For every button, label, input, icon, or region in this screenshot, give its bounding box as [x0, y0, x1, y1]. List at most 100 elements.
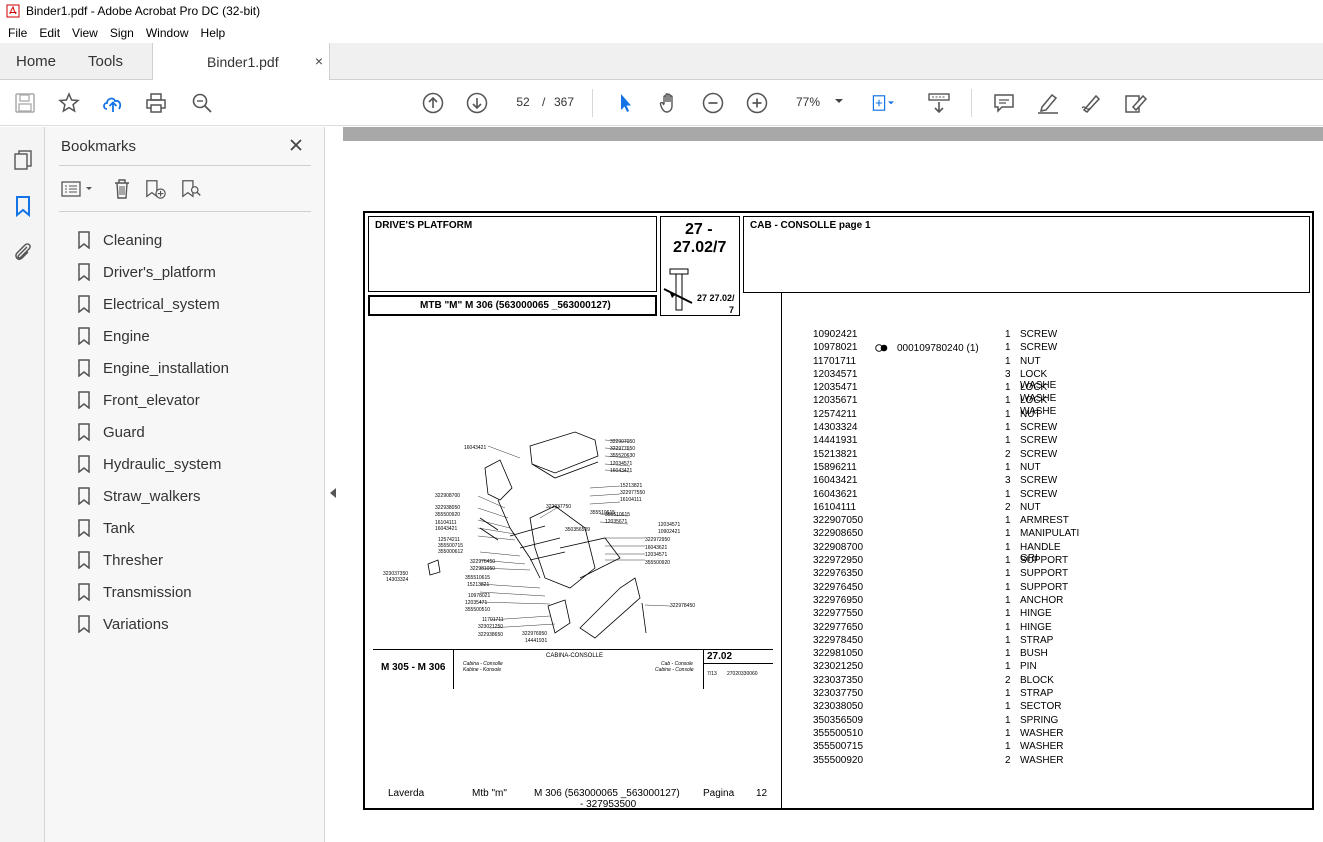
- pages-icon[interactable]: [11, 148, 35, 172]
- close-icon[interactable]: [288, 137, 304, 153]
- bookmark-label: Transmission: [103, 583, 192, 601]
- part-code: 14303324: [813, 422, 858, 434]
- tab-close-icon[interactable]: ×: [315, 53, 323, 69]
- delete-icon[interactable]: [111, 178, 133, 200]
- fit-page-icon[interactable]: [871, 91, 895, 115]
- footer-page: 7/13: [707, 671, 717, 677]
- part-code: 15896211: [813, 461, 857, 473]
- find-bookmark-icon[interactable]: [181, 178, 203, 200]
- part-desc: HINGE: [1020, 608, 1052, 620]
- menu-edit[interactable]: Edit: [33, 26, 66, 40]
- print-icon[interactable]: [144, 91, 168, 115]
- diagram-callout: 12034571: [610, 461, 633, 467]
- menu-file[interactable]: File: [2, 26, 33, 40]
- part-desc: ANCHOR: [1020, 594, 1064, 606]
- bookmark-label: Variations: [103, 615, 169, 633]
- bookmark-item[interactable]: Electrical_system: [77, 288, 229, 320]
- part-code: 14441931: [813, 435, 858, 447]
- collapse-panel-icon[interactable]: [326, 486, 340, 500]
- menu-window[interactable]: Window: [140, 26, 195, 40]
- footer-caption-fr: Cabine - Console: [655, 667, 694, 673]
- star-icon[interactable]: [57, 91, 81, 115]
- bookmark-item[interactable]: Hydraulic_system: [77, 448, 229, 480]
- tab-tools[interactable]: Tools: [88, 43, 123, 80]
- ref-small: 27 27.02/: [697, 293, 735, 303]
- part-qty: 1: [1005, 621, 1011, 633]
- bookmark-item[interactable]: Cleaning: [77, 224, 229, 256]
- bookmark-icon: [78, 231, 90, 249]
- bookmark-item[interactable]: Variations: [77, 608, 229, 640]
- divider: [59, 211, 311, 212]
- zoom-level[interactable]: 77%: [796, 95, 820, 109]
- page-up-icon[interactable]: [421, 91, 445, 115]
- part-desc: BUSH: [1020, 648, 1048, 660]
- fill-sign-icon[interactable]: [1124, 91, 1148, 115]
- bookmark-item[interactable]: Straw_walkers: [77, 480, 229, 512]
- sign-icon[interactable]: [1080, 91, 1104, 115]
- bookmark-icon: [78, 263, 90, 281]
- bookmark-options-icon[interactable]: [61, 178, 95, 200]
- part-qty: 1: [1005, 488, 1011, 500]
- part-qty: 1: [1005, 541, 1011, 553]
- diagram-callout: 322978450: [670, 603, 696, 609]
- zoom-out-icon[interactable]: [701, 91, 725, 115]
- new-bookmark-icon[interactable]: [145, 178, 167, 200]
- part-desc: HINGE: [1020, 621, 1052, 633]
- scroll-mode-icon[interactable]: [927, 91, 951, 115]
- part-qty: 1: [1005, 355, 1011, 367]
- acrobat-icon: [6, 4, 20, 18]
- menu-help[interactable]: Help: [195, 26, 232, 40]
- diagram-callout: 322907050: [610, 439, 636, 445]
- upload-cloud-icon[interactable]: [101, 91, 125, 115]
- menu-sign[interactable]: Sign: [104, 26, 140, 40]
- bookmark-item[interactable]: Tank: [77, 512, 229, 544]
- part-code: 322981050: [813, 648, 864, 660]
- select-pointer-icon[interactable]: [613, 91, 637, 115]
- part-desc: WASHER: [1020, 741, 1064, 753]
- zoom-in-icon[interactable]: [745, 91, 769, 115]
- attachment-icon[interactable]: [11, 240, 35, 264]
- bookmark-item[interactable]: Thresher: [77, 544, 229, 576]
- bookmark-item[interactable]: Front_elevator: [77, 384, 229, 416]
- part-code: 16104111: [813, 501, 857, 513]
- page-down-icon[interactable]: [465, 91, 489, 115]
- tab-home[interactable]: Home: [16, 43, 56, 80]
- toolbar: [0, 80, 1323, 126]
- footer-drawing: 27020330060: [727, 671, 758, 677]
- bookmark-panel-icon[interactable]: [11, 194, 35, 218]
- part-code: 322976350: [813, 568, 864, 580]
- part-qty: 1: [1005, 555, 1011, 567]
- bookmark-label: Guard: [103, 423, 145, 441]
- footer-rule: [373, 649, 773, 650]
- bookmark-icon: [78, 423, 90, 441]
- comment-icon[interactable]: [992, 91, 1016, 115]
- bottom-serial: - 327953500: [580, 799, 637, 810]
- bookmark-item[interactable]: Transmission: [77, 576, 229, 608]
- variant-note: 000109780240 (1): [897, 343, 979, 354]
- part-code: 322972950: [813, 555, 864, 567]
- page-number-input[interactable]: 52: [508, 90, 538, 114]
- hand-icon[interactable]: [657, 91, 681, 115]
- bookmark-icon: [78, 455, 90, 473]
- part-desc: NUT: [1020, 461, 1041, 473]
- part-code: 12035671: [813, 395, 858, 407]
- bookmark-item[interactable]: Engine: [77, 320, 229, 352]
- part-qty: 1: [1005, 701, 1011, 713]
- bookmark-label: Engine_installation: [103, 359, 229, 377]
- save-icon[interactable]: [13, 91, 37, 115]
- part-qty: 1: [1005, 661, 1011, 673]
- tab-document[interactable]: Binder1.pdf ×: [152, 43, 330, 81]
- part-qty: 2: [1005, 674, 1011, 686]
- menu-view[interactable]: View: [66, 26, 104, 40]
- diagram-callout: 355500510: [465, 607, 491, 613]
- bookmark-item[interactable]: Guard: [77, 416, 229, 448]
- bookmark-item[interactable]: Driver's_platform: [77, 256, 229, 288]
- zoom-search-icon[interactable]: [190, 91, 214, 115]
- highlight-icon[interactable]: [1036, 91, 1060, 115]
- part-desc: SCREW: [1020, 475, 1058, 487]
- chevron-down-icon[interactable]: [834, 97, 844, 105]
- part-qty: 1: [1005, 594, 1011, 606]
- bookmark-item[interactable]: Engine_installation: [77, 352, 229, 384]
- diagram-callout: 355500920: [645, 560, 671, 566]
- part-desc: SCREW: [1020, 488, 1058, 500]
